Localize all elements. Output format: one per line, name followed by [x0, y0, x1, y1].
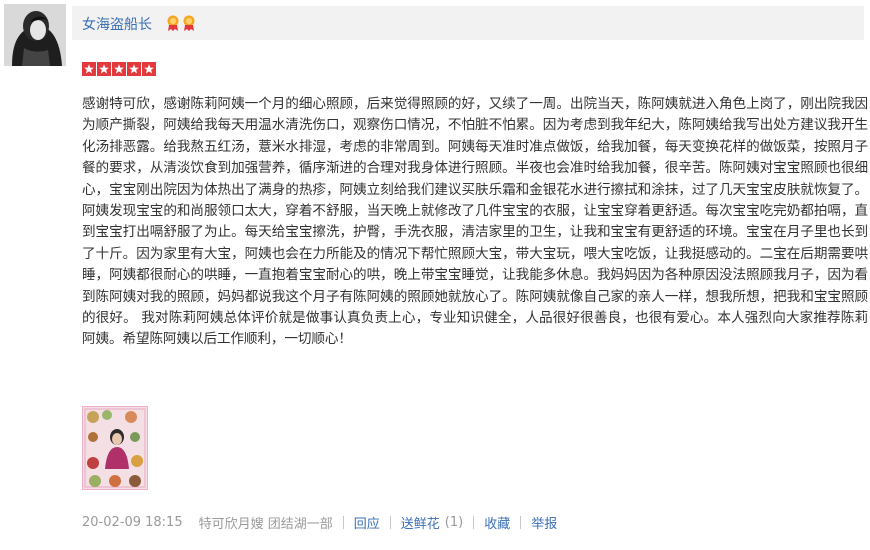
medal-icon [182, 15, 196, 31]
user-avatar[interactable] [4, 4, 66, 66]
flower-count: (1) [444, 515, 464, 530]
star-icon [82, 62, 96, 76]
user-header-bar: 女海盗船长 [72, 6, 864, 40]
review-footer: 20-02-09 18:15 特可欣月嫂 团结湖一部 回应 送鲜花 (1) 收藏… [82, 513, 557, 532]
review-source: 特可欣月嫂 团结湖一部 [198, 517, 333, 532]
review-text: 感谢特可欣，感谢陈莉阿姨一个月的细心照顾，后来觉得照顾的好，又续了一周。出院当天… [82, 96, 868, 348]
send-flower-link[interactable]: 送鲜花 [401, 513, 440, 532]
username-link[interactable]: 女海盗船长 [82, 14, 152, 34]
report-link[interactable]: 举报 [531, 513, 557, 532]
reply-link[interactable]: 回应 [354, 513, 380, 532]
divider [520, 516, 522, 529]
review-date: 20-02-09 18:15 [82, 515, 183, 530]
star-icon [142, 62, 156, 76]
review-photo-thumbnail[interactable] [82, 406, 148, 490]
star-icon [112, 62, 126, 76]
divider [473, 516, 475, 529]
star-icon [127, 62, 141, 76]
star-icon [97, 62, 111, 76]
divider [342, 516, 344, 529]
favorite-link[interactable]: 收藏 [484, 513, 510, 532]
star-rating [82, 62, 156, 76]
divider [389, 516, 391, 529]
medal-icon [166, 15, 180, 31]
